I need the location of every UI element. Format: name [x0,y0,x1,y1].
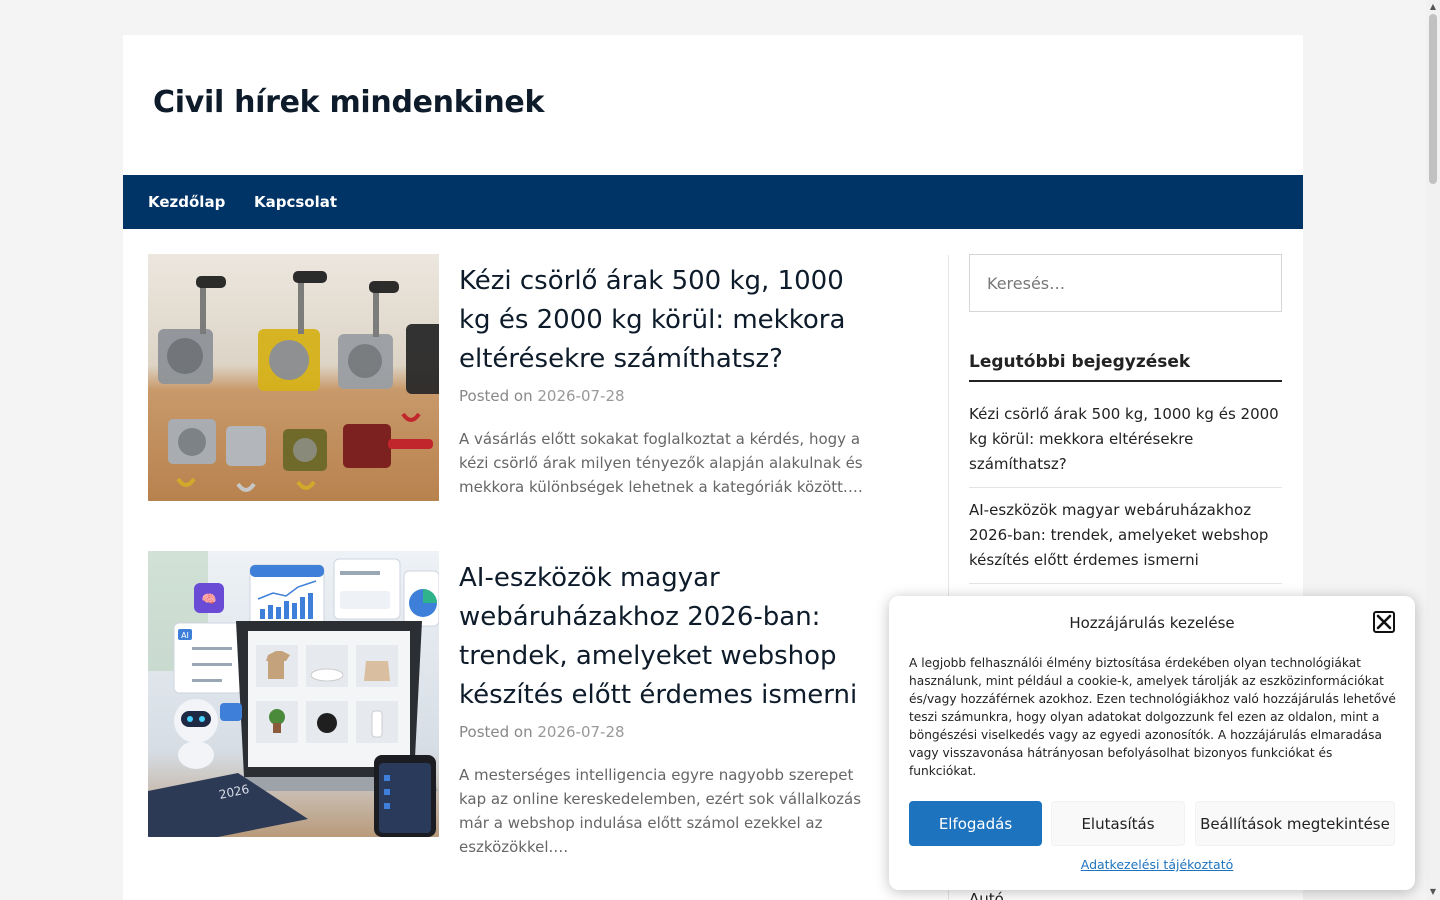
nav-item-contact[interactable]: Kapcsolat [254,193,337,211]
post-meta-prefix: Posted on [459,387,533,405]
post-body: Kézi csörlő árak 500 kg, 1000 kg és 2000… [459,262,879,499]
post-thumbnail-ai[interactable]: 🧠 AI 2026 [148,551,439,837]
post-excerpt: A vásárlás előtt sokakat foglalkoztat a … [459,430,863,496]
post-meta-prefix: Posted on [459,723,533,741]
search-input[interactable] [969,254,1282,312]
recent-posts-list: Kézi csörlő árak 500 kg, 1000 kg és 2000… [969,382,1282,629]
post-meta: Posted on 2026-07-28 [459,723,879,741]
post-excerpt: A mesterséges intelligencia egyre nagyob… [459,766,862,856]
ai-ecommerce-image: 🧠 AI 2026 [148,551,439,837]
accept-button[interactable]: Elfogadás [909,801,1042,846]
ai-badge-label: AI [181,631,189,640]
winches-photo-image [148,254,439,501]
post-meta: Posted on 2026-07-28 [459,387,879,405]
post-title[interactable]: Kézi csörlő árak 500 kg, 1000 kg és 2000… [459,262,879,379]
svg-text:🧠: 🧠 [202,592,217,606]
privacy-policy-link[interactable]: Adatkezelési tájékoztató [889,857,1425,872]
close-icon[interactable] [1373,611,1395,633]
main-navigation: Kezdőlap Kapcsolat [123,175,1303,229]
scroll-down-icon[interactable]: ▼ [1428,888,1438,896]
scroll-up-icon[interactable]: ▲ [1428,3,1438,11]
sidebar-category-partial[interactable]: Autó [969,890,1004,900]
post-thumbnail-winches[interactable] [148,254,439,501]
cookie-consent-dialog: Hozzájárulás kezelése A legjobb felhaszn… [889,596,1415,890]
post-date[interactable]: 2026-07-28 [537,387,624,405]
scrollbar-thumb[interactable] [1429,14,1437,184]
consent-title: Hozzájárulás kezelése [1069,614,1235,632]
post-title[interactable]: AI-eszközök magyar webáruházakhoz 2026-b… [459,559,879,715]
deny-button[interactable]: Elutasítás [1051,801,1185,846]
consent-text: A legjobb felhasználói élmény biztosítás… [909,656,1396,778]
site-title[interactable]: Civil hírek mindenkinek [153,85,544,120]
recent-post-link[interactable]: AI-eszközök magyar webáruházakhoz 2026-b… [969,488,1282,584]
nav-item-home[interactable]: Kezdőlap [148,193,225,211]
post-date[interactable]: 2026-07-28 [537,723,624,741]
recent-posts-title: Legutóbbi bejegyzések [969,352,1282,382]
sidebar: Legutóbbi bejegyzések Kézi csörlő árak 5… [969,254,1282,629]
view-preferences-button[interactable]: Beállítások megtekintése [1195,801,1395,846]
post-body: AI-eszközök magyar webáruházakhoz 2026-b… [459,559,879,859]
recent-post-link[interactable]: Kézi csörlő árak 500 kg, 1000 kg és 2000… [969,382,1282,488]
